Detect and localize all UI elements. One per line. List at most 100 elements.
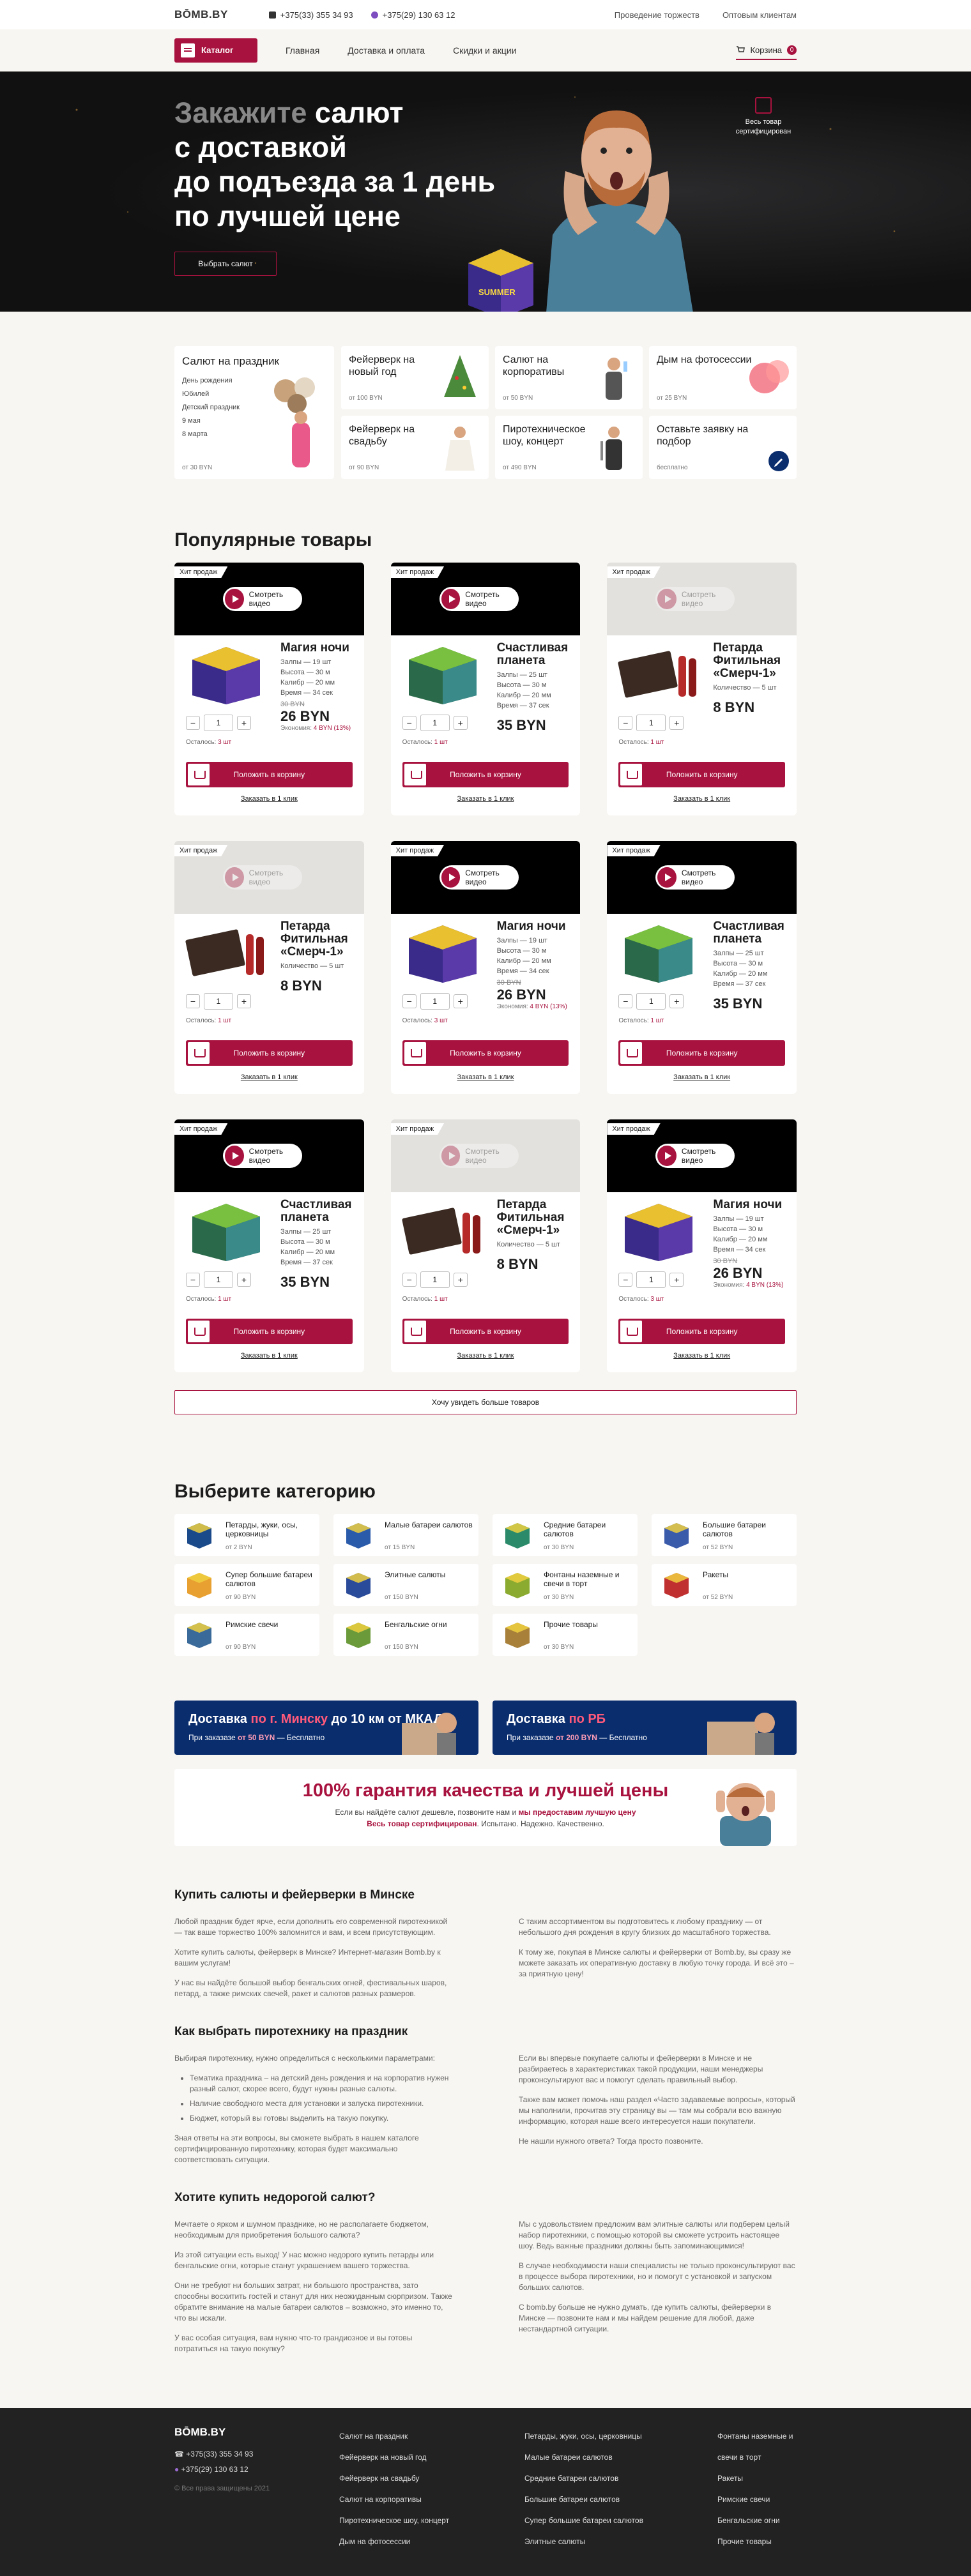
one-click-order-link[interactable]: Заказать в 1 клик: [174, 1073, 364, 1081]
one-click-order-link[interactable]: Заказать в 1 клик: [391, 1073, 581, 1081]
footer-link[interactable]: Большие батареи салютов: [524, 2489, 717, 2510]
footer-phone-2[interactable]: ● +375(29) 130 63 12: [174, 2462, 339, 2477]
nav-sales[interactable]: Скидки и акции: [453, 45, 516, 56]
watch-video-button[interactable]: Смотреть видео: [439, 865, 519, 890]
minus-button[interactable]: −: [618, 1273, 633, 1287]
add-to-cart-button[interactable]: Положить в корзину: [618, 1319, 785, 1344]
product-name[interactable]: Петарда Фитильная «Смерч-1»: [280, 920, 358, 958]
product-name[interactable]: Счастливая планета: [497, 642, 574, 667]
category-card[interactable]: Средние батареи салютов от 30 BYN: [493, 1514, 638, 1556]
add-to-cart-button[interactable]: Положить в корзину: [186, 762, 353, 787]
footer-link[interactable]: Бенгальские огни: [717, 2510, 797, 2531]
footer-link[interactable]: Петарды, жуки, осы, церковницы: [524, 2426, 717, 2447]
footer-link[interactable]: Прочие товары: [717, 2531, 797, 2552]
category-card[interactable]: Супер большие батареи салютов от 90 BYN: [174, 1564, 319, 1606]
one-click-order-link[interactable]: Заказать в 1 клик: [174, 795, 364, 803]
occasion-card-newyear[interactable]: Фейерверк на новый год от 100 BYN: [341, 346, 489, 409]
one-click-order-link[interactable]: Заказать в 1 клик: [607, 1073, 797, 1081]
quantity-input[interactable]: 1: [636, 1271, 666, 1288]
product-name[interactable]: Магия ночи: [497, 920, 574, 933]
add-to-cart-button[interactable]: Положить в корзину: [402, 1040, 569, 1066]
footer-link[interactable]: Салют на корпоративы: [339, 2489, 524, 2510]
watch-video-button[interactable]: Смотреть видео: [223, 1144, 302, 1168]
phone-1[interactable]: +375(33) 355 34 93: [268, 10, 353, 20]
footer-link[interactable]: Пиротехническое шоу, концерт: [339, 2510, 524, 2531]
footer-link[interactable]: Малые батареи салютов: [524, 2447, 717, 2468]
watch-video-button[interactable]: Смотреть видео: [439, 1144, 519, 1168]
category-card[interactable]: Римские свечи от 90 BYN: [174, 1614, 319, 1656]
one-click-order-link[interactable]: Заказать в 1 клик: [174, 1352, 364, 1360]
minus-button[interactable]: −: [618, 994, 633, 1008]
plus-button[interactable]: +: [237, 716, 251, 730]
footer-link[interactable]: Салют на праздник: [339, 2426, 524, 2447]
plus-button[interactable]: +: [453, 994, 468, 1008]
footer-phone-1[interactable]: ☎ +375(33) 355 34 93: [174, 2446, 339, 2462]
quantity-input[interactable]: 1: [636, 715, 666, 731]
delivery-rb-banner[interactable]: Доставка по РБ При заказазе от 200 BYN —…: [493, 1701, 797, 1755]
minus-button[interactable]: −: [186, 1273, 200, 1287]
quantity-input[interactable]: 1: [636, 993, 666, 1010]
add-to-cart-button[interactable]: Положить в корзину: [402, 1319, 569, 1344]
footer-link[interactable]: Фонтаны наземные и свечи в торт: [717, 2426, 797, 2468]
minus-button[interactable]: −: [186, 716, 200, 730]
quantity-input[interactable]: 1: [420, 715, 450, 731]
plus-button[interactable]: +: [669, 716, 684, 730]
category-card[interactable]: Ракеты от 52 BYN: [652, 1564, 797, 1606]
minus-button[interactable]: −: [402, 1273, 417, 1287]
plus-button[interactable]: +: [669, 1273, 684, 1287]
one-click-order-link[interactable]: Заказать в 1 клик: [607, 795, 797, 803]
footer-link[interactable]: Элитные салюты: [524, 2531, 717, 2552]
category-card[interactable]: Прочие товары от 30 BYN: [493, 1614, 638, 1656]
quantity-input[interactable]: 1: [420, 1271, 450, 1288]
occasion-card-holiday[interactable]: Салют на праздник День рождения Юбилей Д…: [174, 346, 334, 479]
quantity-input[interactable]: 1: [204, 993, 233, 1010]
link-wholesale[interactable]: Оптовым клиентам: [723, 10, 797, 20]
watch-video-button[interactable]: Смотреть видео: [223, 865, 302, 890]
add-to-cart-button[interactable]: Положить в корзину: [618, 762, 785, 787]
watch-video-button[interactable]: Смотреть видео: [655, 587, 735, 611]
show-more-button[interactable]: Хочу увидеть больше товаров: [174, 1390, 797, 1414]
add-to-cart-button[interactable]: Положить в корзину: [186, 1319, 353, 1344]
category-card[interactable]: Малые батареи салютов от 15 BYN: [333, 1514, 478, 1556]
occasion-card-smoke[interactable]: Дым на фотосессии от 25 BYN: [649, 346, 797, 409]
product-name[interactable]: Магия ночи: [280, 642, 358, 655]
minus-button[interactable]: −: [402, 994, 417, 1008]
nav-home[interactable]: Главная: [286, 45, 319, 56]
footer-link[interactable]: Ракеты: [717, 2468, 797, 2489]
plus-button[interactable]: +: [453, 716, 468, 730]
category-card[interactable]: Фонтаны наземные и свечи в торт от 30 BYN: [493, 1564, 638, 1606]
cart-button[interactable]: Корзина 0: [736, 45, 797, 60]
delivery-minsk-banner[interactable]: Доставка по г. Минску до 10 км от МКАД П…: [174, 1701, 478, 1755]
product-name[interactable]: Петарда Фитильная «Смерч-1»: [497, 1199, 574, 1237]
add-to-cart-button[interactable]: Положить в корзину: [186, 1040, 353, 1066]
footer-link[interactable]: Фейерверк на новый год: [339, 2447, 524, 2468]
product-name[interactable]: Петарда Фитильная «Смерч-1»: [713, 642, 790, 680]
one-click-order-link[interactable]: Заказать в 1 клик: [391, 795, 581, 803]
plus-button[interactable]: +: [453, 1273, 468, 1287]
occasion-card-show[interactable]: Пиротехническое шоу, концерт от 490 BYN: [495, 416, 643, 479]
catalog-button[interactable]: Каталог: [174, 38, 257, 63]
one-click-order-link[interactable]: Заказать в 1 клик: [391, 1352, 581, 1360]
minus-button[interactable]: −: [186, 994, 200, 1008]
category-card[interactable]: Петарды, жуки, осы, церковницы от 2 BYN: [174, 1514, 319, 1556]
choose-salute-button[interactable]: Выбрать салют: [174, 252, 277, 276]
category-card[interactable]: Большие батареи салютов от 52 BYN: [652, 1514, 797, 1556]
minus-button[interactable]: −: [618, 716, 633, 730]
footer-link[interactable]: Средние батареи салютов: [524, 2468, 717, 2489]
footer-link[interactable]: Фейерверк на свадьбу: [339, 2468, 524, 2489]
quantity-input[interactable]: 1: [204, 1271, 233, 1288]
footer-link[interactable]: Дым на фотосессии: [339, 2531, 524, 2552]
pencil-icon[interactable]: [768, 451, 789, 471]
plus-button[interactable]: +: [669, 994, 684, 1008]
occasion-card-wedding[interactable]: Фейерверк на свадьбу от 90 BYN: [341, 416, 489, 479]
watch-video-button[interactable]: Смотреть видео: [223, 587, 302, 611]
plus-button[interactable]: +: [237, 1273, 251, 1287]
category-card[interactable]: Элитные салюты от 150 BYN: [333, 1564, 478, 1606]
one-click-order-link[interactable]: Заказать в 1 клик: [607, 1352, 797, 1360]
add-to-cart-button[interactable]: Положить в корзину: [402, 762, 569, 787]
product-name[interactable]: Счастливая планета: [280, 1199, 358, 1224]
category-card[interactable]: Бенгальские огни от 150 BYN: [333, 1614, 478, 1656]
quantity-input[interactable]: 1: [420, 993, 450, 1010]
footer-logo[interactable]: BŌMB.BY: [174, 2426, 339, 2439]
plus-button[interactable]: +: [237, 994, 251, 1008]
